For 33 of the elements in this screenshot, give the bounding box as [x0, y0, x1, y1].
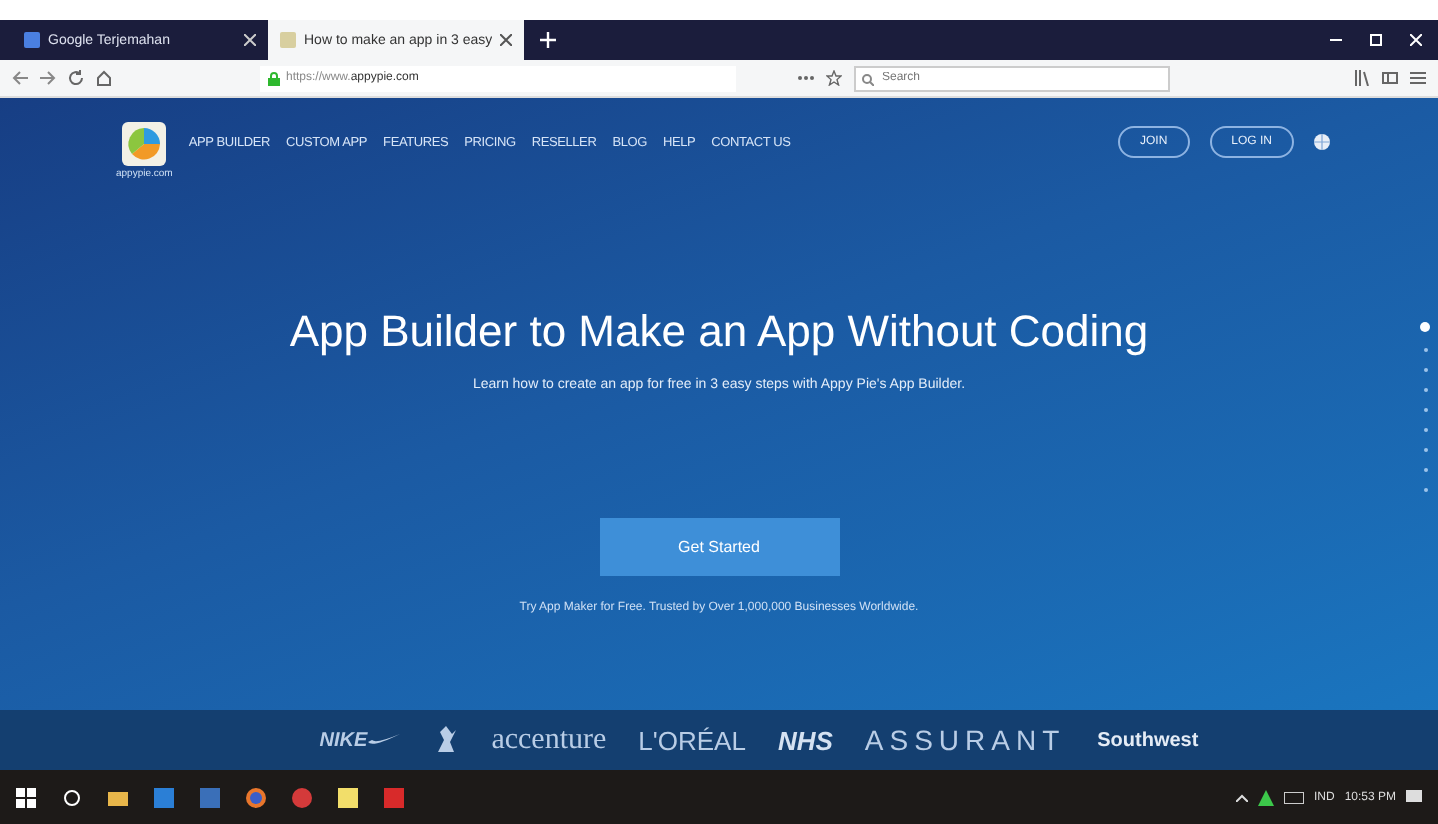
caret-icon[interactable] — [1235, 794, 1248, 802]
home-icon[interactable] — [96, 70, 112, 86]
reload-icon[interactable] — [68, 70, 84, 86]
globe-icon[interactable] — [1314, 134, 1330, 150]
client-logo: L'ORÉAL — [638, 725, 746, 755]
client-logo: NIKE — [319, 729, 400, 751]
client-logo: Southwest — [1097, 729, 1199, 751]
search-icon[interactable] — [62, 788, 82, 808]
notification-icon[interactable] — [1406, 790, 1422, 806]
folder-icon[interactable] — [108, 788, 128, 808]
menu-icon[interactable] — [1410, 70, 1426, 86]
keyboard-icon[interactable] — [1283, 792, 1304, 804]
forward-icon[interactable] — [40, 70, 56, 86]
sidebar-icon[interactable] — [1382, 70, 1398, 86]
hero-title: App Builder to Make an App Without Coding — [289, 306, 1149, 358]
client-logo: accenture — [491, 723, 607, 757]
bookmark-icon[interactable] — [826, 70, 842, 86]
library-icon[interactable] — [1354, 70, 1370, 86]
document-icon — [24, 32, 40, 48]
close-icon[interactable] — [500, 34, 512, 46]
logo-icon[interactable] — [122, 121, 167, 165]
new-tab-icon[interactable] — [540, 32, 556, 48]
back-icon[interactable] — [12, 70, 28, 86]
firefox-icon[interactable] — [246, 788, 266, 808]
lock-icon — [268, 71, 280, 85]
client-logo: NHS — [777, 725, 833, 755]
client-logo: ASSURANT — [864, 724, 1066, 756]
triangle-icon[interactable] — [1257, 790, 1274, 806]
page-icon — [280, 32, 296, 48]
minimize-icon[interactable] — [1330, 34, 1342, 46]
restore-icon[interactable] — [1370, 34, 1382, 46]
slide-dot[interactable] — [1420, 322, 1430, 332]
windows-icon[interactable] — [16, 788, 36, 808]
